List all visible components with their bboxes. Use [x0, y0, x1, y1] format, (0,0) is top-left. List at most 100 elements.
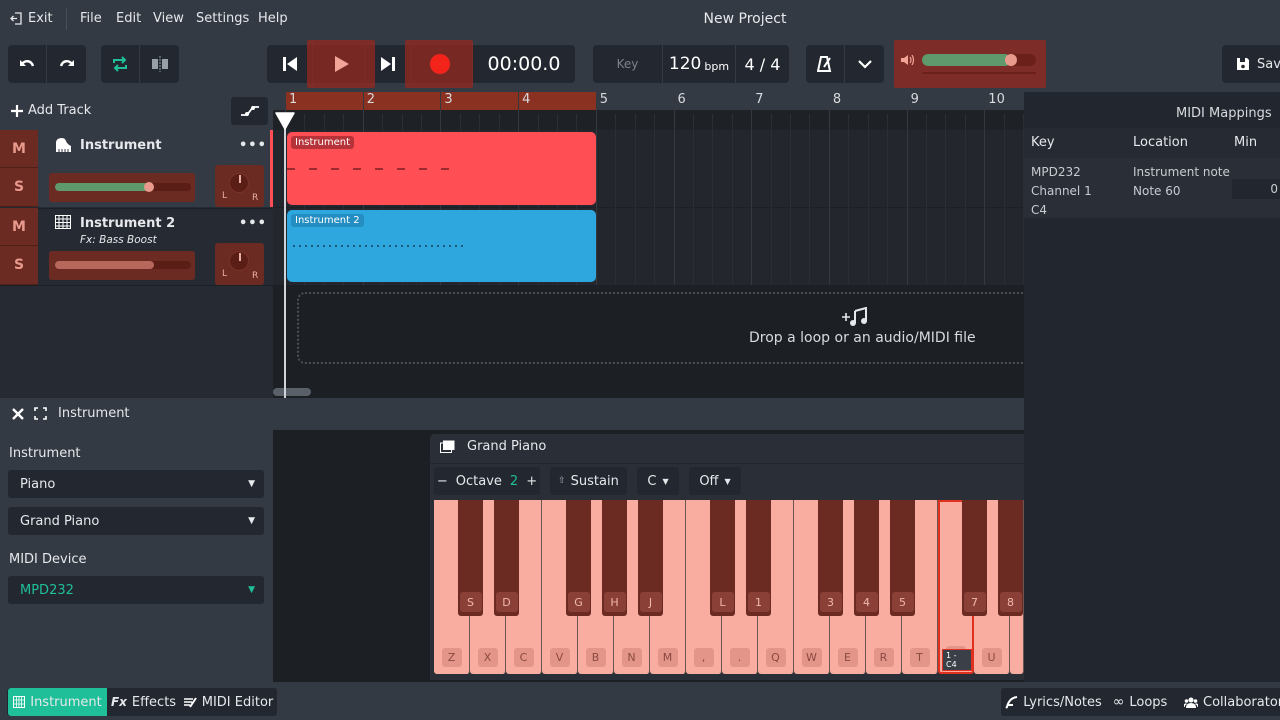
expand-icon[interactable] [34, 407, 47, 424]
octave-plus-button[interactable]: + [526, 474, 537, 489]
dropdown-arrow-icon: ▼ [662, 476, 669, 486]
track-1-volume-thumb[interactable] [143, 182, 154, 192]
skip-start-icon [282, 57, 297, 71]
metronome-icon [817, 56, 832, 72]
lyrics-notes-label: Lyrics/Notes [1023, 694, 1102, 710]
track-2-options-icon[interactable]: ••• [239, 216, 267, 231]
active-note-badge: 1 - C4 [942, 649, 972, 671]
key-shortcut-label: 4 [855, 592, 878, 612]
track-1-options-icon[interactable]: ••• [239, 138, 267, 153]
save-button[interactable]: Save [1222, 45, 1280, 83]
piano-black-key[interactable]: J [638, 500, 663, 616]
track-2-fx-label[interactable]: Fx: Bass Boost [80, 234, 157, 246]
tab-midi-editor[interactable]: MIDI Editor [180, 688, 276, 716]
tab-midi-editor-label: MIDI Editor [201, 694, 274, 710]
piano-header-divider [430, 463, 1024, 464]
piano-black-key[interactable]: S [458, 500, 483, 616]
midi-mappings-title: MIDI Mappings [1176, 106, 1272, 121]
tab-instrument[interactable]: Instrument [8, 688, 107, 716]
track-2-pan-knob[interactable]: L R [215, 243, 264, 285]
key-shortcut-label: Z [441, 648, 462, 667]
master-volume-slider[interactable] [922, 54, 1036, 66]
pan-right-label: R [252, 271, 259, 281]
grid-line [595, 92, 597, 285]
clip-instrument[interactable]: Instrument [287, 132, 596, 205]
mapping-min-input[interactable]: 0 [1232, 179, 1280, 199]
piano-black-key[interactable]: 3 [818, 500, 843, 616]
piano-black-key[interactable]: G [566, 500, 591, 616]
track-2-solo-button[interactable]: S [0, 246, 38, 285]
track-1-volume-slider[interactable] [55, 182, 191, 192]
automation-button[interactable] [231, 97, 268, 125]
loop-toggle-button[interactable] [101, 45, 140, 83]
playhead-line [284, 117, 286, 398]
pan-left-label: L [222, 269, 228, 279]
octave-minus-button[interactable]: − [437, 474, 448, 489]
track-1-name[interactable]: Instrument [80, 138, 162, 153]
track-1-mute-button[interactable]: M [0, 130, 38, 168]
drop-zone[interactable] [297, 292, 1024, 364]
grid-line [751, 92, 753, 285]
midi-mappings-panel: MIDI Mappings Key Location Min MPD232 Ch… [1024, 92, 1280, 682]
key-button[interactable]: Key [593, 45, 663, 83]
time-signature-field[interactable]: 4 / 4 [736, 45, 789, 83]
split-button[interactable] [140, 45, 179, 83]
key-shortcut-label: H [603, 592, 626, 612]
ruler[interactable]: 1 2 3 4 5 6 7 8 9 10 [273, 92, 1024, 110]
ruler-bar-number: 5 [599, 92, 609, 107]
horizontal-scrollbar[interactable] [273, 388, 311, 396]
piano-black-key[interactable]: D [494, 500, 519, 616]
piano-black-key[interactable]: 1 [746, 500, 771, 616]
chevron-down-icon [857, 59, 872, 69]
master-volume-thumb[interactable] [1004, 54, 1017, 66]
track-2-name[interactable]: Instrument 2 [80, 216, 175, 231]
track-divider [0, 285, 273, 286]
key-shortcut-label: G [567, 592, 590, 612]
close-icon[interactable] [11, 407, 25, 425]
piano-black-key[interactable]: 4 [854, 500, 879, 616]
clip-instrument-2[interactable]: Instrument 2 [287, 210, 596, 282]
ruler-bar-number: 10 [988, 92, 1005, 107]
piano-black-key[interactable]: L [710, 500, 735, 616]
track-2-volume-slider[interactable] [55, 261, 191, 269]
midi-device-select[interactable]: MPD232 ▼ [8, 576, 264, 604]
loop-icon [113, 56, 127, 72]
collaborators-button[interactable]: Collaborators [1175, 688, 1280, 716]
piano-black-key[interactable]: 8 [998, 500, 1023, 616]
bpm-field[interactable]: 120 bpm [663, 45, 736, 83]
track-1-pan-knob[interactable]: L R [215, 165, 264, 207]
timeline-area[interactable]: 1 2 3 4 5 6 7 8 9 10 Instrument Instrument 2 Drop… [273, 92, 1024, 398]
grid-line [1003, 114, 1005, 285]
preset-select[interactable]: Grand Piano ▼ [8, 507, 264, 535]
window-icon [440, 440, 455, 457]
piano-black-key[interactable]: 5 [890, 500, 915, 616]
mapping-location: Instrument note Note 60 [1133, 163, 1230, 201]
key-shortcut-label: R [873, 648, 894, 667]
metronome-dropdown-button[interactable] [845, 45, 884, 83]
track-2-mute-button[interactable]: M [0, 208, 38, 246]
piano-title: Grand Piano [467, 439, 547, 454]
mode-select-value: Off [699, 473, 719, 489]
track-1-solo-button[interactable]: S [0, 168, 38, 207]
loops-button[interactable]: ∞ Loops [1106, 688, 1174, 716]
bpm-unit: bpm [704, 60, 730, 73]
undo-button[interactable] [8, 45, 47, 83]
metronome-button[interactable] [806, 45, 845, 83]
add-track-button[interactable]: Add Track [11, 103, 91, 118]
shift-arrow-icon: ⇧ [558, 476, 566, 486]
piano-black-key[interactable]: H [602, 500, 627, 616]
redo-button[interactable] [47, 45, 86, 83]
instrument-select[interactable]: Piano ▼ [8, 470, 264, 498]
sustain-button[interactable]: ⇧ Sustain [550, 467, 627, 495]
playhead-handle[interactable] [275, 112, 295, 134]
key-shortcut-label: , [693, 648, 714, 667]
tab-effects[interactable]: Fx Effects [108, 688, 179, 716]
key-select[interactable]: C ▼ [637, 467, 679, 495]
piano-black-key[interactable]: 7 [962, 500, 987, 616]
instrument-select-value: Piano [20, 476, 56, 492]
ruler-bar-number: 8 [832, 92, 842, 107]
lyrics-notes-button[interactable]: Lyrics/Notes [1002, 688, 1105, 716]
grid-line [654, 114, 656, 285]
mode-select[interactable]: Off ▼ [689, 467, 741, 495]
marker-lane[interactable] [273, 110, 1024, 130]
